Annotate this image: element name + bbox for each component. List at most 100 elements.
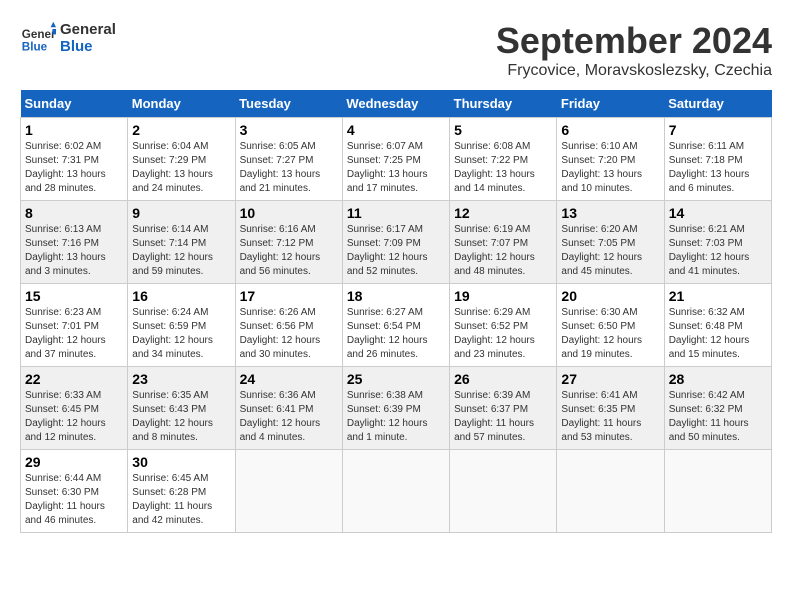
calendar-cell: 25 Sunrise: 6:38 AM Sunset: 6:39 PM Dayli… [342,367,449,450]
day-number: 30 [132,454,230,470]
day-info: Sunrise: 6:11 AM Sunset: 7:18 PM Dayligh… [669,140,767,196]
day-number: 1 [25,122,123,138]
calendar-cell [450,450,557,533]
day-number: 23 [132,371,230,387]
logo-icon: General Blue [20,20,56,56]
logo-general: General [60,21,116,38]
dow-header: Sunday [21,90,128,118]
day-info: Sunrise: 6:23 AM Sunset: 7:01 PM Dayligh… [25,306,123,362]
day-info: Sunrise: 6:30 AM Sunset: 6:50 PM Dayligh… [561,306,659,362]
calendar-cell: 23 Sunrise: 6:35 AM Sunset: 6:43 PM Dayli… [128,367,235,450]
day-number: 27 [561,371,659,387]
calendar-cell: 2 Sunrise: 6:04 AM Sunset: 7:29 PM Daylig… [128,118,235,201]
day-number: 22 [25,371,123,387]
day-number: 14 [669,205,767,221]
day-number: 20 [561,288,659,304]
calendar-cell [664,450,771,533]
calendar-cell: 21 Sunrise: 6:32 AM Sunset: 6:48 PM Dayli… [664,284,771,367]
day-number: 26 [454,371,552,387]
day-info: Sunrise: 6:19 AM Sunset: 7:07 PM Dayligh… [454,223,552,279]
calendar-cell: 17 Sunrise: 6:26 AM Sunset: 6:56 PM Dayli… [235,284,342,367]
day-info: Sunrise: 6:39 AM Sunset: 6:37 PM Dayligh… [454,389,552,445]
day-info: Sunrise: 6:42 AM Sunset: 6:32 PM Dayligh… [669,389,767,445]
day-info: Sunrise: 6:33 AM Sunset: 6:45 PM Dayligh… [25,389,123,445]
day-number: 18 [347,288,445,304]
calendar-cell: 16 Sunrise: 6:24 AM Sunset: 6:59 PM Dayli… [128,284,235,367]
calendar-table: SundayMondayTuesdayWednesdayThursdayFrid… [20,90,772,533]
day-number: 16 [132,288,230,304]
calendar-cell: 6 Sunrise: 6:10 AM Sunset: 7:20 PM Daylig… [557,118,664,201]
calendar-cell: 24 Sunrise: 6:36 AM Sunset: 6:41 PM Dayli… [235,367,342,450]
calendar-cell: 28 Sunrise: 6:42 AM Sunset: 6:32 PM Dayli… [664,367,771,450]
calendar-cell: 5 Sunrise: 6:08 AM Sunset: 7:22 PM Daylig… [450,118,557,201]
calendar-cell: 12Sunrise: 6:19 AM Sunset: 7:07 PM Dayli… [450,201,557,284]
day-number: 4 [347,122,445,138]
calendar-cell: 20 Sunrise: 6:30 AM Sunset: 6:50 PM Dayli… [557,284,664,367]
dow-header: Wednesday [342,90,449,118]
day-number: 6 [561,122,659,138]
day-info: Sunrise: 6:35 AM Sunset: 6:43 PM Dayligh… [132,389,230,445]
calendar-cell: 30Sunrise: 6:45 AM Sunset: 6:28 PM Dayli… [128,450,235,533]
day-number: 2 [132,122,230,138]
day-info: Sunrise: 6:16 AM Sunset: 7:12 PM Dayligh… [240,223,338,279]
calendar-cell: 26 Sunrise: 6:39 AM Sunset: 6:37 PM Dayli… [450,367,557,450]
day-info: Sunrise: 6:24 AM Sunset: 6:59 PM Dayligh… [132,306,230,362]
day-number: 10 [240,205,338,221]
svg-text:Blue: Blue [22,41,48,54]
day-info: Sunrise: 6:07 AM Sunset: 7:25 PM Dayligh… [347,140,445,196]
calendar-cell [235,450,342,533]
day-info: Sunrise: 6:38 AM Sunset: 6:39 PM Dayligh… [347,389,445,445]
location-subtitle: Frycovice, Moravskoslezsky, Czechia [496,62,772,80]
day-number: 8 [25,205,123,221]
logo-blue: Blue [60,38,116,55]
calendar-cell: 22 Sunrise: 6:33 AM Sunset: 6:45 PM Dayli… [21,367,128,450]
day-number: 24 [240,371,338,387]
day-number: 17 [240,288,338,304]
calendar-cell [557,450,664,533]
day-number: 29 [25,454,123,470]
day-number: 3 [240,122,338,138]
calendar-cell: 13 Sunrise: 6:20 AM Sunset: 7:05 PM Dayli… [557,201,664,284]
day-info: Sunrise: 6:26 AM Sunset: 6:56 PM Dayligh… [240,306,338,362]
day-info: Sunrise: 6:36 AM Sunset: 6:41 PM Dayligh… [240,389,338,445]
day-info: Sunrise: 6:10 AM Sunset: 7:20 PM Dayligh… [561,140,659,196]
calendar-cell: 19Sunrise: 6:29 AM Sunset: 6:52 PM Dayli… [450,284,557,367]
calendar-cell: 14Sunrise: 6:21 AM Sunset: 7:03 PM Dayli… [664,201,771,284]
day-info: Sunrise: 6:14 AM Sunset: 7:14 PM Dayligh… [132,223,230,279]
day-info: Sunrise: 6:32 AM Sunset: 6:48 PM Dayligh… [669,306,767,362]
day-info: Sunrise: 6:17 AM Sunset: 7:09 PM Dayligh… [347,223,445,279]
day-info: Sunrise: 6:05 AM Sunset: 7:27 PM Dayligh… [240,140,338,196]
month-title: September 2024 [496,20,772,62]
day-number: 7 [669,122,767,138]
svg-text:General: General [22,28,56,41]
day-info: Sunrise: 6:27 AM Sunset: 6:54 PM Dayligh… [347,306,445,362]
calendar-cell: 1 Sunrise: 6:02 AM Sunset: 7:31 PM Daylig… [21,118,128,201]
calendar-cell [342,450,449,533]
day-number: 11 [347,205,445,221]
day-number: 21 [669,288,767,304]
day-info: Sunrise: 6:08 AM Sunset: 7:22 PM Dayligh… [454,140,552,196]
dow-header: Monday [128,90,235,118]
day-number: 9 [132,205,230,221]
calendar-cell: 27 Sunrise: 6:41 AM Sunset: 6:35 PM Dayli… [557,367,664,450]
day-number: 28 [669,371,767,387]
day-info: Sunrise: 6:41 AM Sunset: 6:35 PM Dayligh… [561,389,659,445]
calendar-cell: 15 Sunrise: 6:23 AM Sunset: 7:01 PM Dayli… [21,284,128,367]
calendar-cell: 18 Sunrise: 6:27 AM Sunset: 6:54 PM Dayli… [342,284,449,367]
dow-header: Tuesday [235,90,342,118]
day-number: 15 [25,288,123,304]
calendar-cell: 7 Sunrise: 6:11 AM Sunset: 7:18 PM Daylig… [664,118,771,201]
calendar-cell: 4 Sunrise: 6:07 AM Sunset: 7:25 PM Daylig… [342,118,449,201]
calendar-cell: 29Sunrise: 6:44 AM Sunset: 6:30 PM Dayli… [21,450,128,533]
day-number: 13 [561,205,659,221]
day-info: Sunrise: 6:29 AM Sunset: 6:52 PM Dayligh… [454,306,552,362]
day-info: Sunrise: 6:04 AM Sunset: 7:29 PM Dayligh… [132,140,230,196]
calendar-cell: 8Sunrise: 6:13 AM Sunset: 7:16 PM Daylig… [21,201,128,284]
day-info: Sunrise: 6:20 AM Sunset: 7:05 PM Dayligh… [561,223,659,279]
day-info: Sunrise: 6:02 AM Sunset: 7:31 PM Dayligh… [25,140,123,196]
dow-header: Friday [557,90,664,118]
calendar-cell: 11 Sunrise: 6:17 AM Sunset: 7:09 PM Dayli… [342,201,449,284]
logo: General Blue General Blue [20,20,116,56]
day-number: 5 [454,122,552,138]
day-number: 25 [347,371,445,387]
